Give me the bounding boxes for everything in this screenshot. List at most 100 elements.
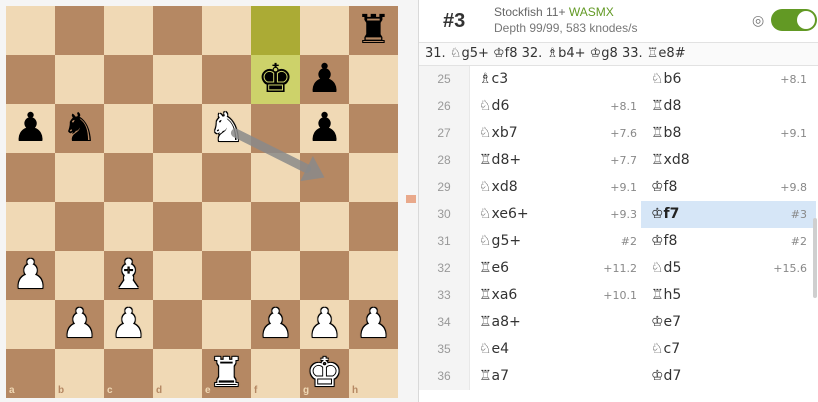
- white-move[interactable]: ♗c3: [479, 66, 508, 93]
- square-c6[interactable]: [104, 104, 153, 153]
- square-d6[interactable]: [153, 104, 202, 153]
- square-e4[interactable]: [202, 202, 251, 251]
- target-icon[interactable]: ◎: [752, 13, 764, 29]
- white-move[interactable]: ♖d8+: [479, 147, 521, 174]
- black-move[interactable]: ♖d8: [651, 93, 681, 120]
- square-e2[interactable]: [202, 300, 251, 349]
- principal-variation[interactable]: 31. ♘g5+ ♔f8 32. ♗b4+ ♔g8 33. ♖e8#: [419, 43, 818, 66]
- white-pawn-a3[interactable]: ♟: [6, 251, 55, 300]
- black-move-eval: [739, 336, 807, 363]
- square-b7[interactable]: [55, 55, 104, 104]
- white-pawn-g2[interactable]: ♟: [300, 300, 349, 349]
- white-move[interactable]: ♘d6: [479, 93, 509, 120]
- square-f1[interactable]: [251, 349, 300, 398]
- move-number: 36: [419, 363, 470, 390]
- file-label-b: b: [58, 385, 65, 396]
- square-c7[interactable]: [104, 55, 153, 104]
- move-row: 28 ♖d8+ +7.7 ♖xd8: [419, 147, 818, 174]
- square-a5[interactable]: [6, 153, 55, 202]
- square-e7[interactable]: [202, 55, 251, 104]
- square-d4[interactable]: [153, 202, 202, 251]
- engine-toggle[interactable]: [771, 9, 817, 31]
- white-pawn-h2[interactable]: ♟: [349, 300, 398, 349]
- black-knight-b6[interactable]: ♞: [55, 104, 104, 153]
- square-e8[interactable]: [202, 6, 251, 55]
- black-move[interactable]: ♘d5: [651, 255, 681, 282]
- move-number: 35: [419, 336, 470, 363]
- square-f5[interactable]: [251, 153, 300, 202]
- black-rook-h8[interactable]: ♜: [349, 6, 398, 55]
- white-move[interactable]: ♘xe6+: [479, 201, 529, 228]
- engine-variant-link[interactable]: WASMX: [569, 5, 614, 19]
- file-label-f: f: [254, 385, 258, 396]
- square-f6[interactable]: [251, 104, 300, 153]
- square-c8[interactable]: [104, 6, 153, 55]
- file-label-a: a: [9, 385, 15, 396]
- white-move-eval: [569, 363, 637, 390]
- square-c4[interactable]: [104, 202, 153, 251]
- white-move[interactable]: ♘e4: [479, 336, 509, 363]
- square-d3[interactable]: [153, 251, 202, 300]
- white-knight-e6[interactable]: ♞: [202, 104, 251, 153]
- square-f8[interactable]: [251, 6, 300, 55]
- square-g5[interactable]: [300, 153, 349, 202]
- square-f3[interactable]: [251, 251, 300, 300]
- chess-board[interactable]: 8 7 6 5 4 3 2 1 a b c d e f g h ♜ ♚ ♟ ♟ ♞ ♞ ♟ ♟ ♝ ♟ ♟ ♟ ♟ ♟ ♜ ♚: [6, 6, 398, 398]
- square-e5[interactable]: [202, 153, 251, 202]
- square-g4[interactable]: [300, 202, 349, 251]
- black-move[interactable]: ♖b8: [651, 120, 681, 147]
- square-a4[interactable]: [6, 202, 55, 251]
- square-d7[interactable]: [153, 55, 202, 104]
- white-pawn-f2[interactable]: ♟: [251, 300, 300, 349]
- square-d5[interactable]: [153, 153, 202, 202]
- black-king-f7[interactable]: ♚: [251, 55, 300, 104]
- square-e3[interactable]: [202, 251, 251, 300]
- black-pawn-g6[interactable]: ♟: [300, 104, 349, 153]
- square-g8[interactable]: [300, 6, 349, 55]
- black-move[interactable]: ♖h5: [651, 282, 681, 309]
- white-pawn-c2[interactable]: ♟: [104, 300, 153, 349]
- square-b4[interactable]: [55, 202, 104, 251]
- white-king-g1[interactable]: ♚: [300, 349, 349, 398]
- square-b5[interactable]: [55, 153, 104, 202]
- black-move[interactable]: ♔f8: [651, 174, 677, 201]
- move-list[interactable]: 25 ♗c3 ♘b6 +8.1 26 ♘d6 +8.1 ♖d8 27 ♘xb7 +7.6 ♖b8 +9.…: [419, 66, 818, 402]
- black-move[interactable]: ♔f7: [651, 201, 679, 228]
- square-a8[interactable]: [6, 6, 55, 55]
- square-b3[interactable]: [55, 251, 104, 300]
- black-move-eval: [739, 282, 807, 309]
- square-f4[interactable]: [251, 202, 300, 251]
- move-row: 34 ♖a8+ ♔e7: [419, 309, 818, 336]
- move-number: 29: [419, 174, 470, 201]
- black-move[interactable]: ♘b6: [651, 66, 681, 93]
- white-move[interactable]: ♘xd8: [479, 174, 518, 201]
- square-d8[interactable]: [153, 6, 202, 55]
- white-rook-e1[interactable]: ♜: [202, 349, 251, 398]
- white-move[interactable]: ♘xb7: [479, 120, 518, 147]
- square-b8[interactable]: [55, 6, 104, 55]
- white-move-eval: +9.1: [610, 181, 637, 194]
- black-pawn-a6[interactable]: ♟: [6, 104, 55, 153]
- white-move[interactable]: ♖xa6: [479, 282, 517, 309]
- black-pawn-g7[interactable]: ♟: [300, 55, 349, 104]
- square-c5[interactable]: [104, 153, 153, 202]
- move-row: 27 ♘xb7 +7.6 ♖b8 +9.1: [419, 120, 818, 147]
- square-g3[interactable]: [300, 251, 349, 300]
- black-move-eval: #3: [790, 208, 807, 221]
- white-move[interactable]: ♖a8+: [479, 309, 521, 336]
- white-move[interactable]: ♖a7: [479, 363, 509, 390]
- black-move[interactable]: ♔f8: [651, 228, 677, 255]
- white-move[interactable]: ♘g5+: [479, 228, 521, 255]
- black-move[interactable]: ♖xd8: [651, 147, 690, 174]
- white-move[interactable]: ♖e6: [479, 255, 509, 282]
- file-label-d: d: [156, 385, 163, 396]
- white-pawn-b2[interactable]: ♟: [55, 300, 104, 349]
- square-d2[interactable]: [153, 300, 202, 349]
- black-move[interactable]: ♘c7: [651, 336, 680, 363]
- square-a7[interactable]: [6, 55, 55, 104]
- white-bishop-c3[interactable]: ♝: [104, 251, 153, 300]
- square-a2[interactable]: [6, 300, 55, 349]
- move-list-scrollbar[interactable]: [813, 218, 817, 298]
- black-move[interactable]: ♔d7: [651, 363, 681, 390]
- black-move[interactable]: ♔e7: [651, 309, 681, 336]
